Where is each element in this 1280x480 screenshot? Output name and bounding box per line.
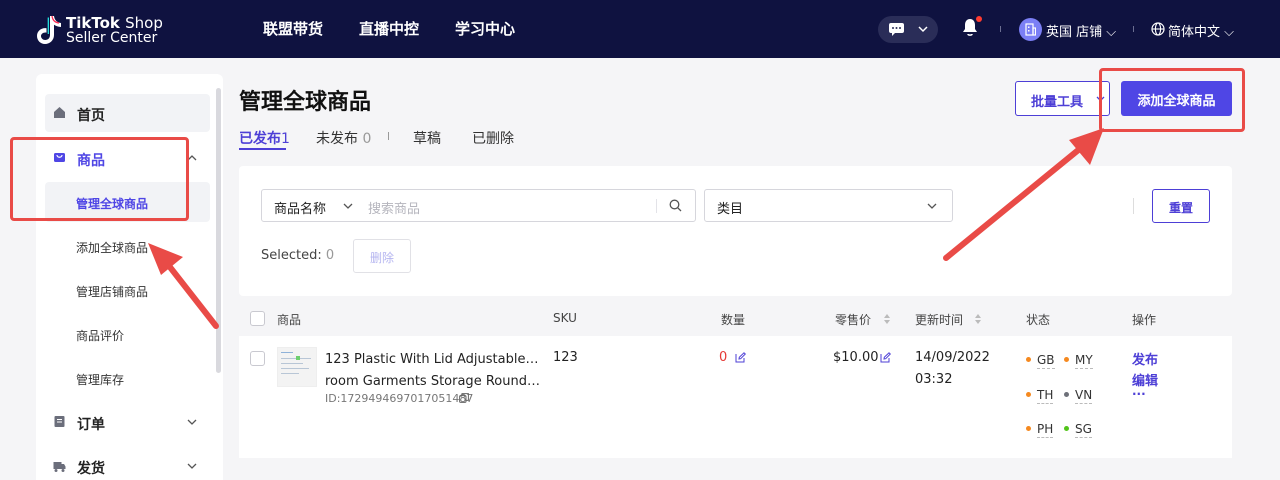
annotation-arrows — [148, 128, 1104, 329]
annotation-arrow-sidebar — [148, 243, 219, 329]
annotation-arrow-add-button — [943, 128, 1104, 261]
